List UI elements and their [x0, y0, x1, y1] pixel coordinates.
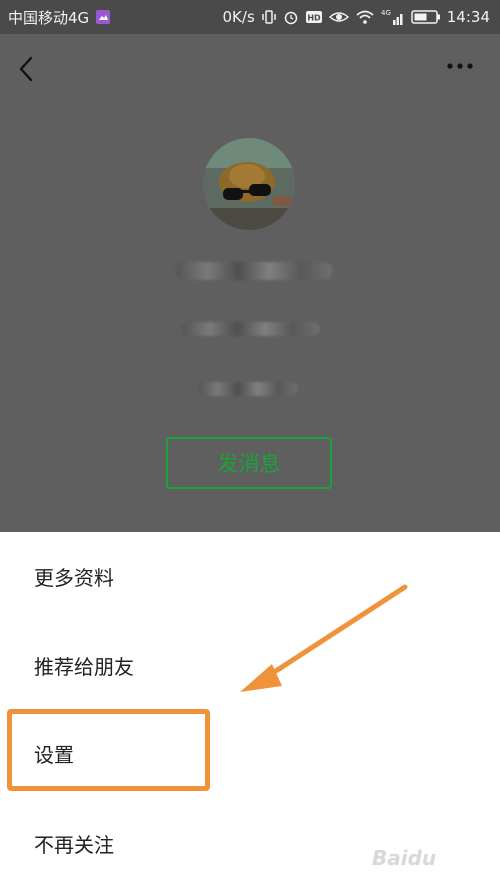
blurred-follow-info	[198, 382, 298, 396]
signal-icon: 4G	[381, 8, 405, 26]
clock-time: 14:34	[446, 8, 490, 26]
menu-item-more-info[interactable]: 更多资料	[34, 563, 114, 593]
avatar-image	[203, 138, 295, 230]
action-sheet: 更多资料 推荐给朋友 设置 不再关注	[0, 532, 500, 889]
network-speed: 0K/s	[222, 8, 255, 26]
alarm-icon	[283, 9, 299, 25]
blurred-nickname	[176, 262, 332, 280]
wifi-icon	[355, 9, 375, 25]
network-type-text: 4G	[381, 9, 391, 17]
menu-item-recommend-to-friend[interactable]: 推荐给朋友	[34, 652, 134, 682]
send-message-button[interactable]: 发消息	[166, 437, 332, 489]
back-arrow-icon[interactable]	[14, 54, 40, 84]
watermark-logo: Baidu	[372, 846, 437, 870]
battery-icon	[411, 9, 441, 25]
hd-icon: HD	[305, 9, 323, 25]
photo-icon	[95, 9, 111, 25]
profile-overlay[interactable]: 发消息	[0, 34, 500, 532]
vibrate-icon	[261, 9, 277, 25]
menu-item-unfollow[interactable]: 不再关注	[34, 830, 114, 860]
eye-icon	[328, 9, 349, 25]
svg-text:HD: HD	[307, 14, 321, 23]
more-options-icon[interactable]	[442, 56, 478, 76]
status-bar: 中国移动4G 0K/s HD 4G 14:34	[0, 0, 500, 34]
blurred-signature	[182, 322, 320, 336]
carrier-text: 中国移动4G	[8, 8, 90, 27]
settings-highlight-box	[7, 709, 210, 791]
avatar[interactable]	[203, 138, 295, 230]
